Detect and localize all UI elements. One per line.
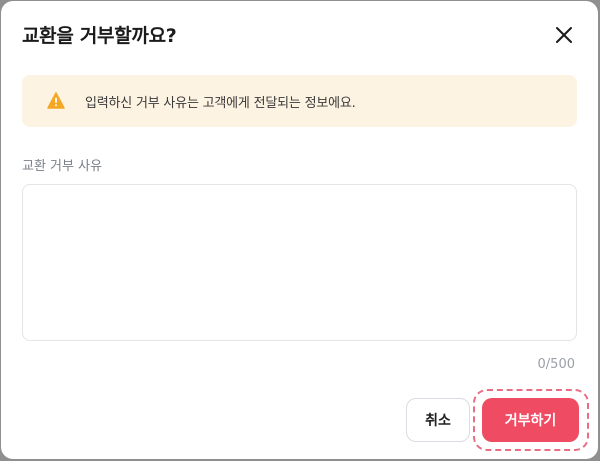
cancel-button[interactable]: 취소 (406, 398, 470, 442)
close-icon (556, 27, 572, 43)
reason-label: 교환 거부 사유 (22, 159, 103, 174)
reason-textarea[interactable] (22, 184, 577, 341)
reject-exchange-dialog: 교환을 거부할까요? 입력하신 거부 사유는 고객에게 전달되는 정보에요. 교… (1, 1, 598, 459)
close-button[interactable] (551, 22, 577, 48)
warning-icon (47, 92, 65, 109)
notice-banner: 입력하신 거부 사유는 고객에게 전달되는 정보에요. (22, 75, 577, 127)
notice-text: 입력하신 거부 사유는 고객에게 전달되는 정보에요. (85, 96, 356, 111)
character-counter: 0/500 (537, 357, 575, 372)
reject-button[interactable]: 거부하기 (482, 398, 579, 442)
dialog-title: 교환을 거부할까요? (22, 25, 177, 47)
